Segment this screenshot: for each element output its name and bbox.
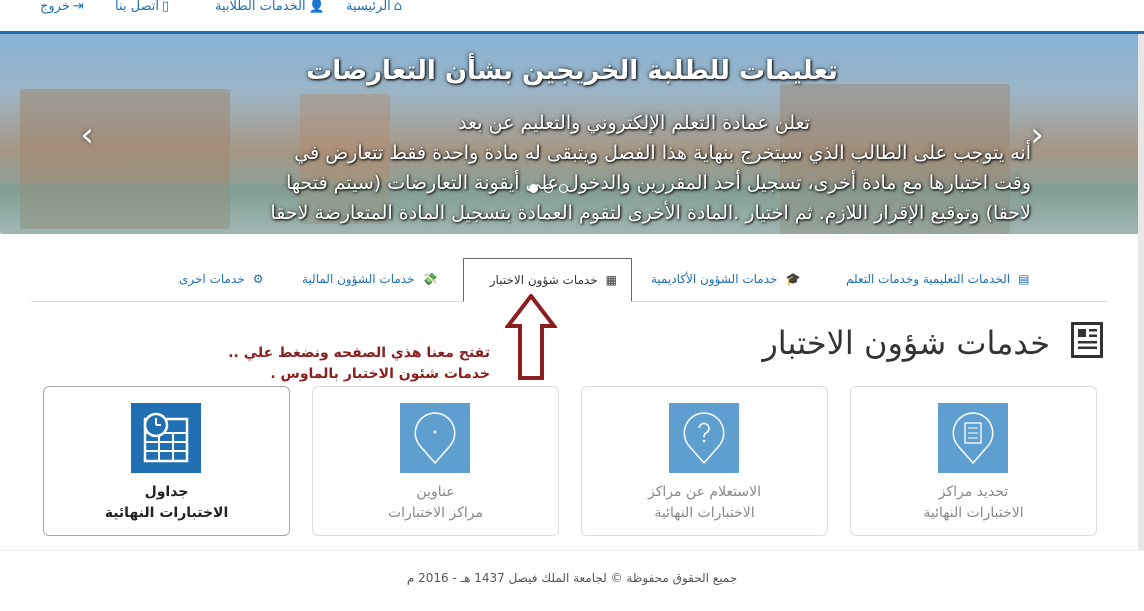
user-icon: 👤 (308, 0, 325, 14)
card-final-exam-schedules[interactable]: جداول الاختبارات النهائية (43, 386, 290, 536)
carousel-text-line: وقت اختبارها مع مادة أخرى، تسجيل أحد الم… (286, 172, 1031, 194)
nav-logout[interactable]: ⇥خروج (40, 0, 84, 14)
tab-label: خدمات اخرى (179, 272, 245, 286)
annotation-line: خدمات شئون الاختبار بالماوس . (270, 366, 490, 382)
instruction-annotation: تفتح معنا هذي الصفحه ونضغط علي .. خدمات … (190, 343, 490, 385)
carousel-prev-arrow[interactable]: ‹ (75, 118, 99, 152)
top-navbar: ⌂الرئيسية 👤الخدمات الطلابية ▯اتصل بنا ⇥خ… (0, 0, 1144, 34)
nav-logout-label: خروج (40, 0, 70, 14)
nav-student-services-label: الخدمات الطلابية (215, 0, 306, 14)
tab-financial-affairs[interactable]: 💸 خدمات الشؤون المالية (302, 258, 437, 301)
card-title: الاستعلام عن مراكز (647, 484, 762, 500)
phone-icon: ▯ (161, 0, 170, 14)
location-pin-icon (400, 403, 470, 473)
tab-academic-affairs[interactable]: 🎓 خدمات الشؤون الأكاديمية (651, 258, 800, 301)
tab-educational-services[interactable]: ▤ الخدمات التعليمية وخدمات التعلم (846, 258, 1029, 301)
carousel-dot[interactable] (559, 184, 568, 193)
pointer-arrow-icon (505, 294, 557, 380)
tab-other-services[interactable]: ⚙ خدمات اخرى (179, 258, 263, 301)
tab-label: خدمات الشؤون الأكاديمية (651, 272, 778, 286)
newspaper-icon (1071, 322, 1103, 358)
nav-home[interactable]: ⌂الرئيسية (346, 0, 402, 14)
carousel-next-arrow[interactable]: › (1025, 118, 1049, 152)
card-assign-exam-centers[interactable]: تحديد مراكز الاختبارات النهائية (850, 386, 1097, 536)
copyright-footer: جميع الحقوق محفوظة © لجامعة الملك فيصل 1… (406, 571, 738, 585)
card-title: تحديد مراكز (938, 484, 1009, 500)
scrollbar-track[interactable] (1138, 34, 1144, 551)
home-icon: ⌂ (393, 0, 403, 14)
card-subtitle: مراكز الاختبارات (387, 505, 484, 521)
card-title: عناوين (416, 484, 455, 500)
graduation-cap-icon: 🎓 (785, 272, 801, 286)
carousel-dot[interactable] (529, 184, 538, 193)
tab-label: خدمات شؤون الاختبار (489, 273, 598, 287)
page-title: خدمات شؤون الاختبار (762, 324, 1050, 362)
card-subtitle: الاختبارات النهائية (654, 505, 755, 521)
nav-contact[interactable]: ▯اتصل بنا (115, 0, 169, 14)
newspaper-icon: ▦ (605, 273, 617, 287)
nav-student-services[interactable]: 👤الخدمات الطلابية (215, 0, 325, 14)
carousel-text-line: أنه يتوجب على الطالب الذي سيتخرج بنهاية … (294, 142, 1031, 164)
logout-icon: ⇥ (72, 0, 84, 14)
carousel-title: تعليمات للطلبة الخريجين بشأن التعارضات (306, 56, 838, 86)
gear-icon: ⚙ (252, 272, 264, 286)
card-inquire-exam-centers[interactable]: الاستعلام عن مراكز الاختبارات النهائية (581, 386, 828, 536)
announcement-carousel: تعليمات للطلبة الخريجين بشأن التعارضات ت… (0, 34, 1144, 234)
question-pin-icon (669, 403, 739, 473)
annotation-line: تفتح معنا هذي الصفحه ونضغط علي .. (228, 345, 490, 361)
nav-contact-label: اتصل بنا (115, 0, 159, 14)
nav-home-label: الرئيسية (346, 0, 391, 14)
tab-label: الخدمات التعليمية وخدمات التعلم (846, 272, 1011, 286)
money-icon: 💸 (422, 272, 438, 286)
checklist-pin-icon (938, 403, 1008, 473)
card-subtitle: الاختبارات النهائية (104, 505, 229, 521)
card-exam-center-addresses[interactable]: عناوين مراكز الاختبارات (312, 386, 559, 536)
clipboard-icon: ▤ (1018, 272, 1030, 286)
carousel-dot[interactable] (544, 184, 553, 193)
card-title: جداول (144, 484, 189, 500)
carousel-text-line: لاحقا) وتوقيع الإقرار اللازم. ثم اختيار … (270, 202, 1031, 224)
carousel-text-line: تعلن عمادة التعلم الإلكتروني والتعليم عن… (458, 112, 810, 134)
footer-divider (0, 550, 1144, 551)
calendar-clock-icon (131, 403, 201, 473)
card-subtitle: الاختبارات النهائية (923, 505, 1024, 521)
tab-label: خدمات الشؤون المالية (302, 272, 415, 286)
